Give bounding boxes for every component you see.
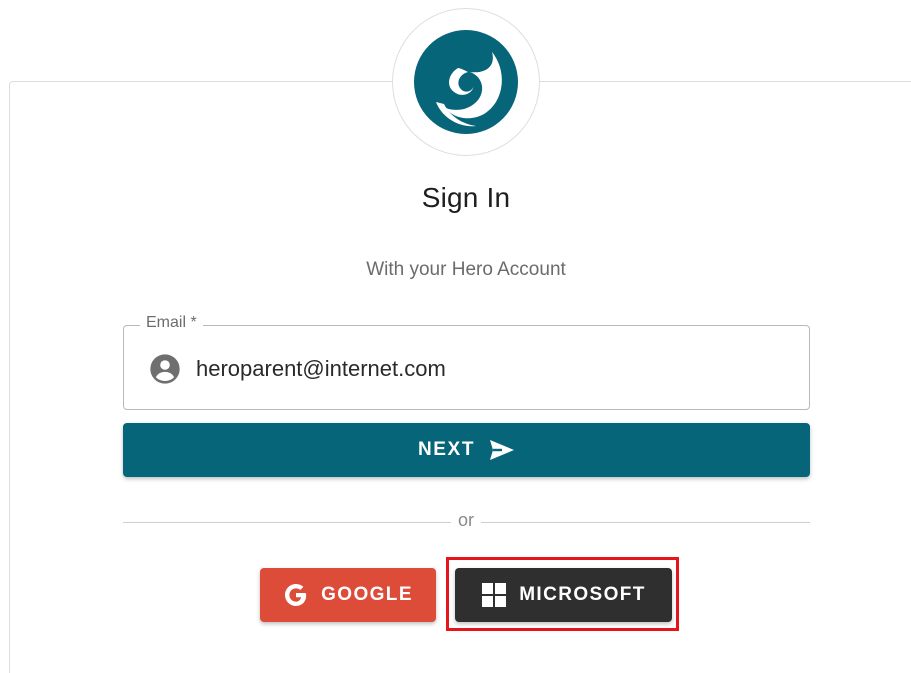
next-button[interactable]: NEXT	[123, 423, 810, 477]
google-sign-in-button[interactable]: GOOGLE	[260, 568, 436, 622]
email-field[interactable]: Email *	[123, 314, 810, 410]
hero-swirl-logo-icon	[414, 30, 518, 134]
divider-line-right	[481, 522, 810, 523]
email-input[interactable]	[196, 353, 776, 385]
account-circle-icon	[150, 354, 180, 384]
send-arrow-icon	[490, 440, 515, 460]
next-button-label: NEXT	[417, 439, 476, 460]
or-divider: or	[123, 510, 810, 534]
divider-text: or	[457, 510, 474, 530]
microsoft-sign-in-button[interactable]: MICROSOFT	[455, 568, 672, 622]
google-g-icon	[285, 584, 307, 606]
page-title: Sign In	[421, 182, 511, 213]
sign-in-page: Sign In With your Hero Account Email * N…	[0, 0, 911, 673]
google-button-label: GOOGLE	[321, 584, 413, 605]
email-field-label: Email *	[140, 314, 203, 332]
page-subtitle: With your Hero Account	[366, 259, 566, 280]
divider-line-left	[123, 522, 451, 523]
windows-logo-icon	[482, 583, 507, 607]
logo-badge	[392, 8, 540, 156]
microsoft-button-label: MICROSOFT	[519, 584, 646, 605]
